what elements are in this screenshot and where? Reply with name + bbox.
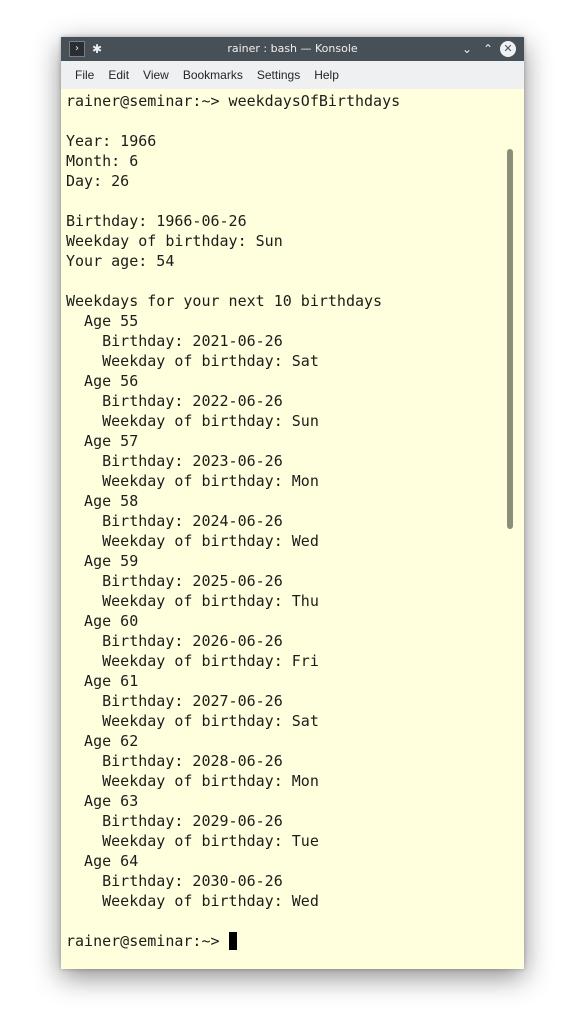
terminal-line: Your age: 54 <box>66 252 175 270</box>
terminal-line: Weekday of birthday: Wed <box>102 892 319 910</box>
terminal-line: Weekday of birthday: Wed <box>102 532 319 550</box>
terminal-line: Age 64 <box>84 852 139 870</box>
terminal-line: Day: 26 <box>66 172 130 190</box>
menu-view[interactable]: View <box>136 61 176 89</box>
terminal-line: Age 61 <box>84 672 139 690</box>
terminal-line: Month: 6 <box>66 152 139 170</box>
terminal-line: Age 56 <box>84 372 139 390</box>
terminal-icon[interactable]: › <box>69 41 85 57</box>
terminal-line: Age 55 <box>84 312 139 330</box>
window-title: rainer : bash — Konsole <box>227 42 358 55</box>
terminal-line: Weekday of birthday: Sat <box>102 352 319 370</box>
terminal-line: Birthday: 2022-06-26 <box>102 392 283 410</box>
title-bar[interactable]: › ✱ rainer : bash — Konsole ⌄ ⌃ ✕ <box>61 37 524 61</box>
terminal-line: Weekday of birthday: Mon <box>102 472 319 490</box>
chevron-up-icon[interactable]: ⌃ <box>479 40 497 58</box>
terminal-line: Birthday: 2023-06-26 <box>102 452 283 470</box>
konsole-window: › ✱ rainer : bash — Konsole ⌄ ⌃ ✕ File E… <box>61 37 524 969</box>
terminal-line: rainer@seminar:~> weekdaysOfBirthdays <box>66 92 401 110</box>
close-icon[interactable]: ✕ <box>500 41 516 57</box>
terminal-line: Age 58 <box>84 492 139 510</box>
menu-file[interactable]: File <box>68 61 101 89</box>
terminal-line: Weekday of birthday: Thu <box>102 592 319 610</box>
terminal-line: Weekday of birthday: Sat <box>102 712 319 730</box>
terminal-line: Birthday: 2029-06-26 <box>102 812 283 830</box>
chevron-down-icon[interactable]: ⌄ <box>458 40 476 58</box>
terminal-line: Birthday: 1966-06-26 <box>66 212 247 230</box>
menu-edit[interactable]: Edit <box>101 61 136 89</box>
menu-bar: File Edit View Bookmarks Settings Help <box>61 61 524 89</box>
terminal-line: Age 63 <box>84 792 139 810</box>
terminal-line: Weekday of birthday: Fri <box>102 652 319 670</box>
terminal-line: Weekdays for your next 10 birthdays <box>66 292 383 310</box>
menu-bookmarks[interactable]: Bookmarks <box>176 61 250 89</box>
terminal-line: Year: 1966 <box>66 132 157 150</box>
terminal-lines: rainer@seminar:~> weekdaysOfBirthdays Ye… <box>66 92 400 910</box>
terminal-line: Birthday: 2028-06-26 <box>102 752 283 770</box>
text-cursor <box>228 932 237 950</box>
terminal-line: Birthday: 2030-06-26 <box>102 872 283 890</box>
terminal-line: Birthday: 2027-06-26 <box>102 692 283 710</box>
terminal-line: Age 57 <box>84 432 139 450</box>
terminal-line: Weekday of birthday: Sun <box>66 232 283 250</box>
terminal-line: Birthday: 2024-06-26 <box>102 512 283 530</box>
terminal-line: Weekday of birthday: Sun <box>102 412 319 430</box>
menu-help[interactable]: Help <box>307 61 346 89</box>
terminal-line: Birthday: 2025-06-26 <box>102 572 283 590</box>
terminal-line: Birthday: 2021-06-26 <box>102 332 283 350</box>
terminal-line: Age 59 <box>84 552 139 570</box>
terminal-prompt: rainer@seminar:~> <box>66 932 229 950</box>
terminal-line: Age 62 <box>84 732 139 750</box>
terminal-line: Birthday: 2026-06-26 <box>102 632 283 650</box>
terminal-output: rainer@seminar:~> weekdaysOfBirthdays Ye… <box>66 91 400 951</box>
terminal-line: Weekday of birthday: Tue <box>102 832 319 850</box>
menu-settings[interactable]: Settings <box>250 61 307 89</box>
terminal-line: Weekday of birthday: Mon <box>102 772 319 790</box>
terminal-area[interactable]: rainer@seminar:~> weekdaysOfBirthdays Ye… <box>61 89 524 969</box>
terminal-line: Age 60 <box>84 612 139 630</box>
scrollbar-handle[interactable] <box>507 149 513 529</box>
pin-icon[interactable]: ✱ <box>90 40 104 58</box>
